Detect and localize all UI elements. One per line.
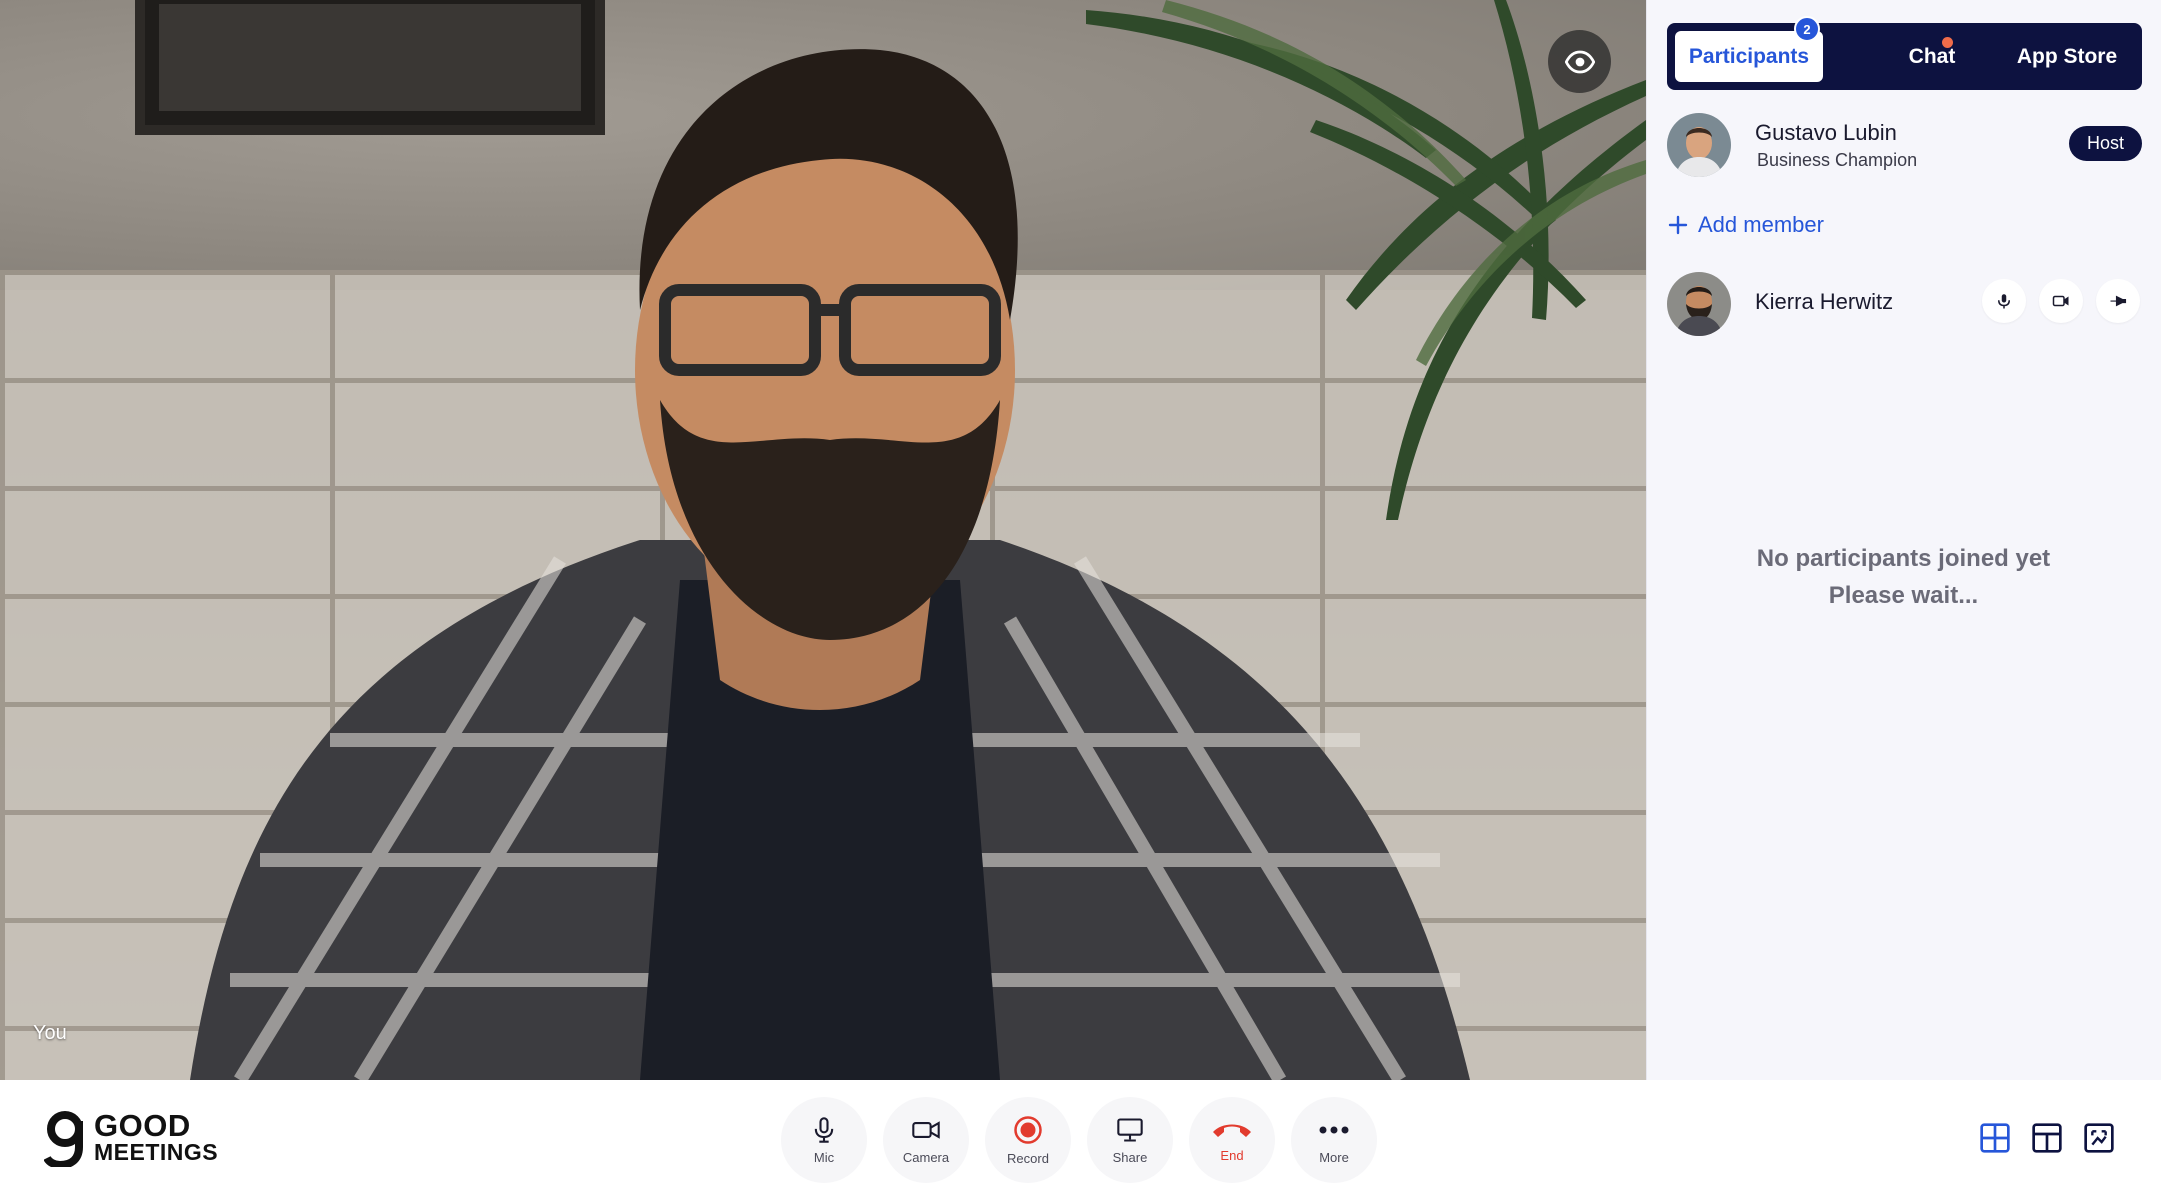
end-label: End <box>1220 1147 1244 1163</box>
mic-label: Mic <box>813 1149 835 1165</box>
share-button[interactable]: Share <box>1087 1097 1173 1183</box>
member-name: Kierra Herwitz <box>1755 289 1894 314</box>
camera-icon <box>912 1120 940 1139</box>
mic-icon <box>1998 294 2010 309</box>
camera-icon <box>2052 295 2069 307</box>
empty-state: No participants joined yet Please wait..… <box>1646 540 2161 614</box>
logo-icon <box>44 1111 83 1167</box>
end-call-button[interactable]: End <box>1189 1097 1275 1183</box>
main-video: You <box>0 0 1646 1080</box>
avatar <box>1667 272 1731 336</box>
add-member-button[interactable]: Add member <box>1668 210 1824 240</box>
participants-count-badge: 2 <box>1794 16 1820 42</box>
phone-hangup-icon <box>1213 1124 1251 1137</box>
brand-line2: MEETINGS <box>94 1139 219 1165</box>
tab-chat[interactable]: Chat <box>1882 31 1982 82</box>
pin-icon <box>2110 295 2127 307</box>
tab-app-store[interactable]: App Store <box>2002 31 2132 82</box>
view-toggle-button[interactable] <box>1548 30 1611 93</box>
more-dots-icon <box>1319 1126 1349 1133</box>
brand-logo: GOOD MEETINGS <box>44 1110 218 1168</box>
fullscreen-icon <box>2084 1123 2114 1153</box>
eye-icon <box>1564 50 1595 73</box>
camera-button[interactable]: Camera <box>883 1097 969 1183</box>
record-label: Record <box>1007 1150 1049 1166</box>
member-camera-button[interactable] <box>2039 279 2083 323</box>
more-button[interactable]: More <box>1291 1097 1377 1183</box>
participant-video-feed <box>190 49 1470 1080</box>
host-name: Gustavo Lubin <box>1755 120 1897 145</box>
member-pin-button[interactable] <box>2096 279 2140 323</box>
screen-share-icon <box>1117 1117 1143 1142</box>
plus-icon <box>1668 215 1688 235</box>
meeting-app: You Participants Chat App Store 2 Gustav… <box>0 0 2161 1198</box>
fullscreen-view-button[interactable] <box>2081 1120 2117 1156</box>
grid-view-button[interactable] <box>1977 1120 2013 1156</box>
control-bar <box>0 1080 2161 1198</box>
host-role: Business Champion <box>1757 150 1918 170</box>
sidebar-view-button[interactable] <box>2029 1120 2065 1156</box>
member-mic-button[interactable] <box>1982 279 2026 323</box>
panel-tabs: Participants Chat App Store <box>1667 23 2142 90</box>
avatar <box>1667 113 1731 177</box>
chat-unread-dot <box>1942 37 1953 48</box>
host-badge: Host <box>2069 126 2142 161</box>
brand-line1: GOOD <box>94 1108 191 1143</box>
record-icon <box>1014 1115 1042 1144</box>
empty-state-title: No participants joined yet <box>1756 545 2051 572</box>
grid-layout-icon <box>1980 1123 2010 1153</box>
self-video-label: You <box>33 1022 67 1044</box>
empty-state-subtitle: Please wait... <box>1828 582 1979 609</box>
more-label: More <box>1319 1149 1349 1165</box>
sidebar-layout-icon <box>2032 1123 2062 1153</box>
camera-label: Camera <box>902 1149 950 1165</box>
mic-icon <box>814 1116 834 1143</box>
record-button[interactable]: Record <box>985 1097 1071 1183</box>
share-label: Share <box>1112 1149 1148 1165</box>
add-member-label: Add member <box>1698 212 1824 237</box>
mic-button[interactable]: Mic <box>781 1097 867 1183</box>
